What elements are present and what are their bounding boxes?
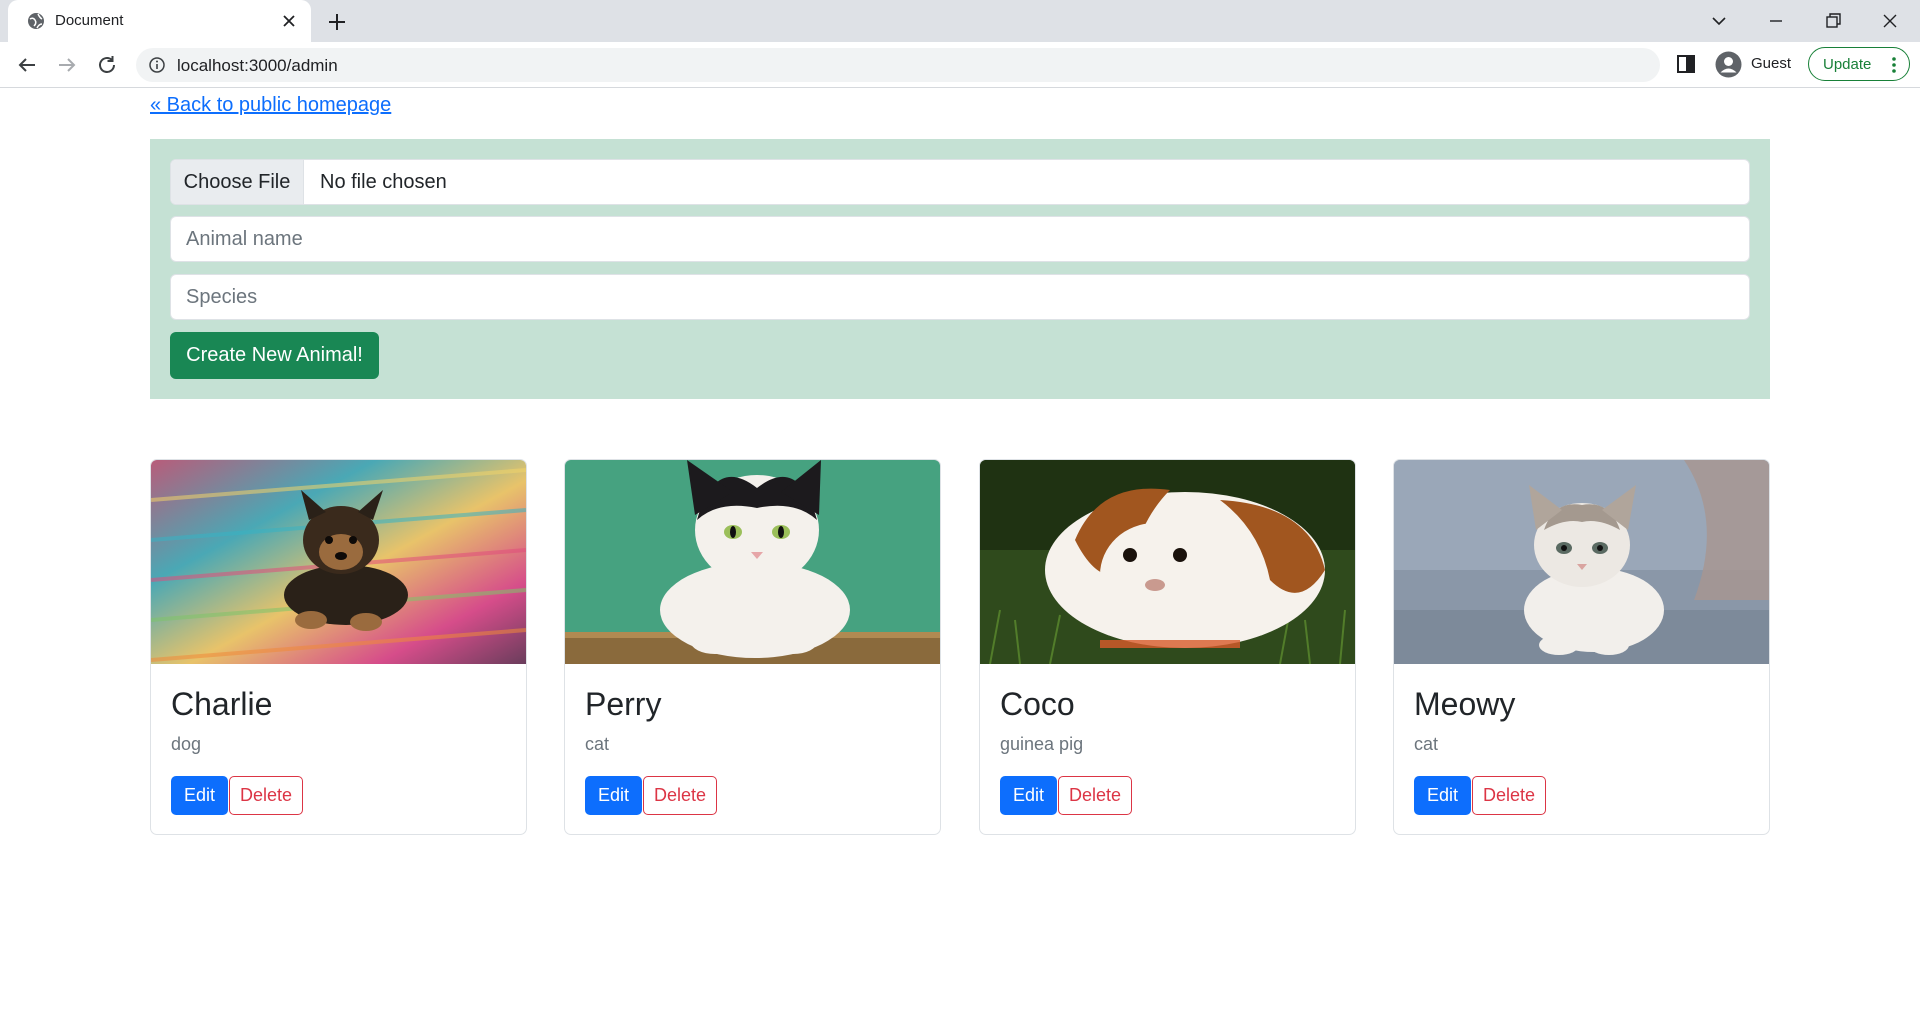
avatar-icon bbox=[1715, 51, 1742, 78]
file-status-text: No file chosen bbox=[320, 171, 447, 193]
site-info-icon[interactable] bbox=[148, 56, 166, 74]
animal-species: guinea pig bbox=[1000, 734, 1084, 754]
forward-arrow-icon[interactable] bbox=[55, 53, 79, 77]
back-to-homepage-link[interactable]: « Back to public homepage bbox=[150, 94, 391, 117]
delete-button[interactable]: Delete bbox=[229, 776, 304, 815]
minimize-icon[interactable] bbox=[1763, 8, 1789, 34]
tab-title: Document bbox=[55, 12, 124, 29]
new-tab-plus-icon[interactable] bbox=[325, 10, 349, 34]
delete-button[interactable]: Delete bbox=[1058, 776, 1133, 815]
update-button[interactable]: Update bbox=[1808, 47, 1910, 81]
address-bar-url: localhost:3000/admin bbox=[177, 56, 338, 75]
close-icon[interactable] bbox=[280, 12, 298, 30]
image-file-input[interactable]: Choose File No file chosen bbox=[170, 159, 1750, 205]
animal-photo bbox=[1394, 460, 1769, 664]
animal-photo bbox=[980, 460, 1355, 664]
delete-button[interactable]: Delete bbox=[1472, 776, 1547, 815]
back-arrow-icon[interactable] bbox=[15, 53, 39, 77]
globe-icon bbox=[28, 13, 44, 29]
edit-button[interactable]: Edit bbox=[585, 776, 643, 815]
profile-button[interactable]: Guest bbox=[1709, 47, 1801, 81]
browser-tab-strip: Document bbox=[0, 0, 1920, 42]
species-input[interactable] bbox=[170, 274, 1750, 320]
window-close-icon[interactable] bbox=[1877, 8, 1903, 34]
create-animal-button[interactable]: Create New Animal! bbox=[170, 332, 379, 379]
edit-button[interactable]: Edit bbox=[1000, 776, 1058, 815]
animal-species: dog bbox=[171, 734, 202, 754]
animal-name: Coco bbox=[1000, 686, 1075, 722]
reload-icon[interactable] bbox=[95, 53, 119, 77]
edit-button[interactable]: Edit bbox=[171, 776, 229, 815]
animal-card: Perry cat Edit Delete bbox=[564, 459, 941, 835]
more-vertical-icon bbox=[1892, 57, 1896, 73]
tab-search-chevron-icon[interactable] bbox=[1706, 8, 1732, 34]
animal-species: cat bbox=[1414, 734, 1439, 754]
update-label: Update bbox=[1823, 56, 1872, 73]
animal-photo bbox=[565, 460, 940, 664]
animal-card: Coco guinea pig Edit Delete bbox=[979, 459, 1356, 835]
animal-species: cat bbox=[585, 734, 610, 754]
animal-name: Charlie bbox=[171, 686, 273, 722]
create-animal-form: Choose File No file chosen Create New An… bbox=[150, 139, 1770, 399]
animal-name: Meowy bbox=[1414, 686, 1516, 722]
animal-name: Perry bbox=[585, 686, 662, 722]
animal-card: Charlie dog Edit Delete bbox=[150, 459, 527, 835]
edit-button[interactable]: Edit bbox=[1414, 776, 1472, 815]
side-panel-icon[interactable] bbox=[1675, 53, 1697, 75]
profile-label: Guest bbox=[1751, 55, 1792, 72]
delete-button[interactable]: Delete bbox=[643, 776, 718, 815]
choose-file-button[interactable]: Choose File bbox=[171, 160, 304, 204]
animal-card: Meowy cat Edit Delete bbox=[1393, 459, 1770, 835]
address-bar[interactable]: localhost:3000/admin bbox=[136, 48, 1660, 82]
browser-toolbar: localhost:3000/admin Guest Update bbox=[0, 42, 1920, 88]
animal-name-input[interactable] bbox=[170, 216, 1750, 262]
browser-tab-active[interactable]: Document bbox=[8, 0, 311, 42]
animal-photo bbox=[151, 460, 526, 664]
restore-icon[interactable] bbox=[1820, 8, 1846, 34]
